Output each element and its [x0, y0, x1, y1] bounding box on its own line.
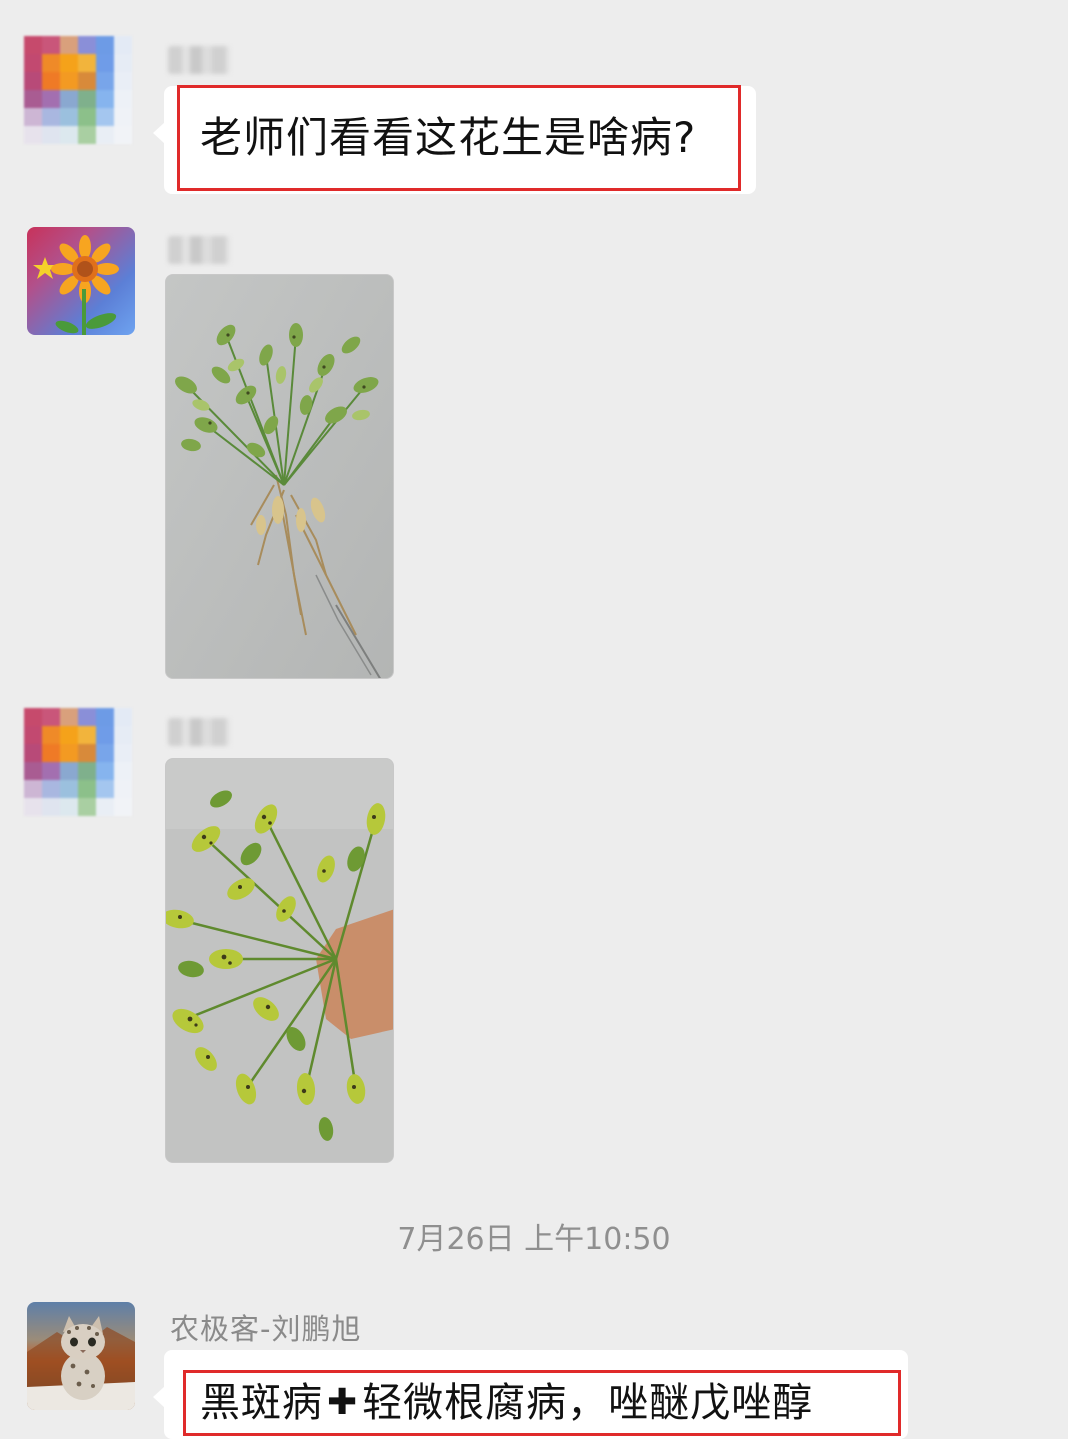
sender-name-blurred — [168, 46, 230, 74]
reply-text-highlighted: 黑斑病 ✚ 轻微根腐病，唑醚戊唑醇 — [183, 1370, 901, 1436]
image-message-peanut-plant[interactable] — [165, 274, 394, 679]
reply-text-part1: 黑斑病 — [200, 1380, 323, 1426]
sender-avatar-pixelated[interactable] — [24, 36, 132, 144]
sender-avatar-cat[interactable] — [27, 1302, 135, 1410]
sender-name: 农极客-刘鹏旭 — [170, 1312, 362, 1346]
message-text-highlighted: 老师们看看这花生是啥病? — [177, 85, 741, 191]
sunflower-icon — [33, 235, 119, 335]
sender-avatar-pixelated[interactable] — [24, 708, 132, 816]
cat-icon — [27, 1316, 135, 1410]
chat-timestamp: 7月26日 上午10:50 — [397, 1222, 671, 1257]
sender-avatar-sunflower[interactable] — [27, 227, 135, 335]
sender-name-blurred — [168, 718, 230, 746]
reply-text-part2: 轻微根腐病，唑醚戊唑醇 — [362, 1380, 814, 1426]
peanut-leaves-photo — [166, 759, 393, 1162]
peanut-plant-photo — [166, 275, 393, 678]
sender-name-blurred — [168, 236, 230, 264]
plus-icon: ✚ — [327, 1382, 359, 1423]
image-message-peanut-leaves[interactable] — [165, 758, 394, 1163]
